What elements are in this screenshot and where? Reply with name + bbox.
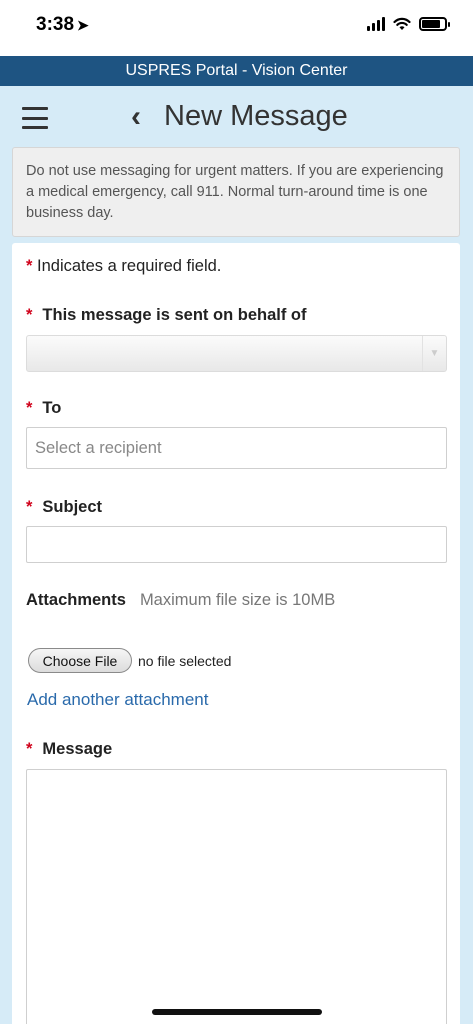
add-attachment-link[interactable]: Add another attachment <box>27 690 208 710</box>
status-time-text: 3:38 <box>36 14 75 35</box>
status-icons <box>367 17 450 31</box>
required-asterisk: * <box>26 399 33 417</box>
choose-file-button[interactable]: Choose File <box>28 648 132 673</box>
required-asterisk: * <box>26 740 33 758</box>
required-asterisk: * <box>26 498 33 516</box>
file-picker-row: Choose File no file selected <box>28 648 231 673</box>
hamburger-menu-icon[interactable] <box>22 107 48 129</box>
message-label: * Message <box>26 740 112 759</box>
urgent-notice-text: Do not use messaging for urgent matters.… <box>26 163 444 221</box>
page-title: New Message <box>164 100 348 132</box>
battery-fill <box>422 20 440 28</box>
chevron-left-icon[interactable]: ‹ <box>131 100 141 134</box>
message-label-text: Message <box>42 740 113 758</box>
behalf-select[interactable]: ▼ <box>26 335 447 372</box>
message-textarea[interactable] <box>26 769 447 1024</box>
file-status: no file selected <box>138 652 232 669</box>
behalf-label: * This message is sent on behalf of <box>26 306 307 325</box>
required-note-text: Indicates a required field. <box>37 257 222 275</box>
attachments-row: Attachments Maximum file size is 10MB <box>26 591 335 610</box>
app-header: ‹ New Message <box>0 86 473 146</box>
new-message-form: * Indicates a required field. * This mess… <box>12 243 460 1024</box>
battery-icon <box>419 17 450 31</box>
wifi-icon <box>393 17 411 30</box>
required-asterisk: * <box>26 306 33 324</box>
cellular-signal-icon <box>367 17 385 31</box>
status-bar: 3:38 ➤ <box>0 0 473 56</box>
portal-title: USPRES Portal - Vision Center <box>125 62 348 79</box>
behalf-label-text: This message is sent on behalf of <box>42 306 307 324</box>
home-indicator[interactable] <box>152 1009 322 1015</box>
portal-title-bar: USPRES Portal - Vision Center <box>0 56 473 86</box>
attachments-hint: Maximum file size is 10MB <box>139 591 336 609</box>
location-arrow-icon: ➤ <box>77 17 89 33</box>
subject-input[interactable] <box>26 526 447 563</box>
urgent-notice: Do not use messaging for urgent matters.… <box>12 147 460 237</box>
recipient-input[interactable] <box>26 427 447 469</box>
subject-label-text: Subject <box>42 498 103 516</box>
chevron-down-icon: ▼ <box>422 336 446 371</box>
to-label: * To <box>26 399 61 418</box>
attachments-label: Attachments <box>26 591 126 609</box>
required-field-note: * Indicates a required field. <box>26 257 221 276</box>
subject-label: * Subject <box>26 498 102 517</box>
required-asterisk: * <box>26 257 33 275</box>
to-label-text: To <box>42 399 62 417</box>
status-time: 3:38 ➤ <box>36 14 89 36</box>
